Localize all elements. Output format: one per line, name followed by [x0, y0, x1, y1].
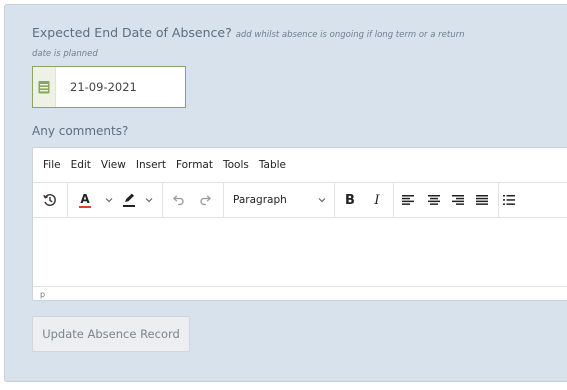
menu-tools[interactable]: Tools: [223, 159, 249, 171]
block-format-select[interactable]: Paragraph: [224, 183, 334, 217]
menu-edit[interactable]: Edit: [71, 159, 91, 171]
end-date-question-text: Expected End Date of Absence?: [32, 25, 232, 40]
comments-label: Any comments?: [32, 124, 129, 138]
editor-toolbar: A Paragraph B I: [33, 182, 567, 218]
editor-menubar: File Edit View Insert Format Tools Table: [33, 148, 567, 182]
update-absence-record-button[interactable]: Update Absence Record: [32, 316, 190, 352]
calendar-icon[interactable]: [33, 67, 56, 107]
text-color-swatch: [79, 205, 91, 208]
rich-text-editor: File Edit View Insert Format Tools Table…: [32, 147, 567, 301]
italic-button[interactable]: I: [365, 183, 389, 217]
bold-button[interactable]: B: [335, 183, 365, 217]
redo-icon[interactable]: [193, 183, 219, 217]
chevron-down-icon[interactable]: [142, 183, 156, 217]
align-justify-icon[interactable]: [470, 183, 494, 217]
menu-format[interactable]: Format: [176, 159, 213, 171]
end-date-hint-continued: date is planned: [32, 49, 98, 59]
chevron-down-icon: [318, 198, 326, 203]
history-icon[interactable]: [33, 183, 67, 217]
align-left-icon[interactable]: [394, 183, 422, 217]
align-right-icon[interactable]: [446, 183, 470, 217]
text-color-button[interactable]: A: [68, 183, 102, 217]
chevron-down-icon[interactable]: [102, 183, 116, 217]
pen-icon: [125, 193, 134, 202]
editor-content-area[interactable]: [33, 218, 567, 286]
end-date-hint: add whilst absence is ongoing if long te…: [235, 30, 465, 40]
element-path[interactable]: p: [40, 290, 45, 299]
editor-statusbar: p: [33, 286, 567, 303]
block-format-value: Paragraph: [233, 194, 287, 206]
highlight-color-button[interactable]: [116, 183, 142, 217]
end-date-field[interactable]: 21-09-2021: [32, 66, 186, 108]
menu-table[interactable]: Table: [259, 159, 286, 171]
text-color-letter: A: [80, 191, 90, 206]
end-date-value[interactable]: 21-09-2021: [70, 80, 137, 94]
menu-file[interactable]: File: [43, 159, 61, 171]
highlight-color-swatch: [123, 205, 135, 207]
undo-icon[interactable]: [163, 183, 193, 217]
menu-view[interactable]: View: [101, 159, 126, 171]
absence-form-panel: Expected End Date of Absence? add whilst…: [4, 4, 567, 382]
end-date-question: Expected End Date of Absence? add whilst…: [32, 25, 464, 40]
bullet-list-icon[interactable]: [499, 183, 519, 217]
align-center-icon[interactable]: [422, 183, 446, 217]
menu-insert[interactable]: Insert: [136, 159, 166, 171]
